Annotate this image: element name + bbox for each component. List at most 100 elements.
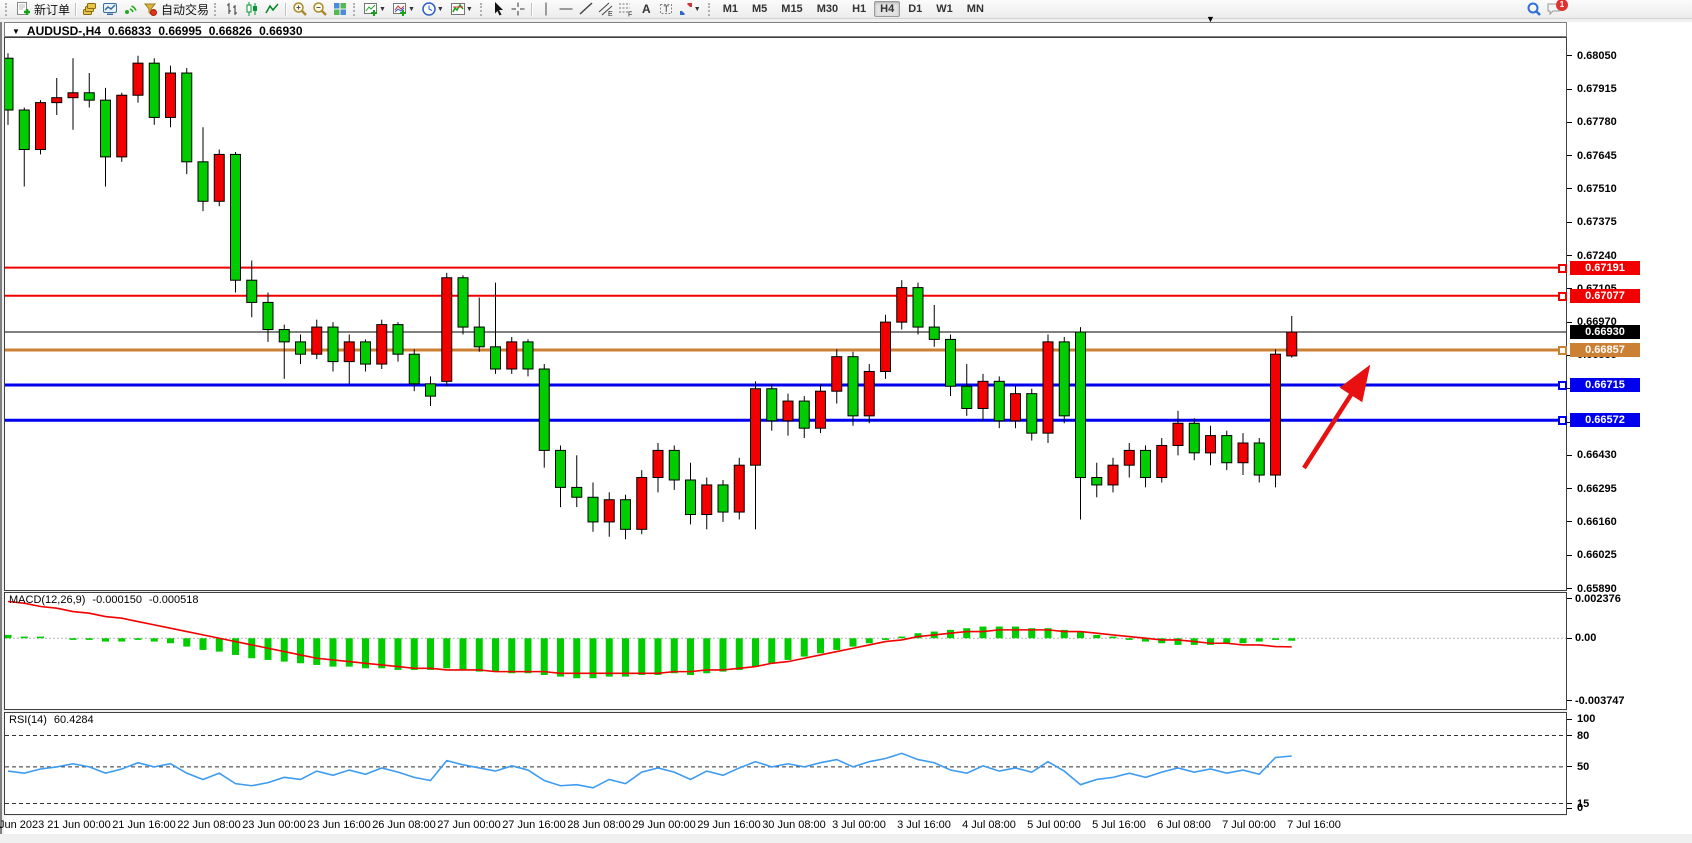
new-order-button[interactable]: 新订单	[13, 1, 72, 18]
templates-button[interactable]: ▼	[448, 1, 477, 18]
timeframe-button-M5[interactable]: M5	[746, 1, 773, 17]
rsi-tick: 80	[1577, 729, 1589, 743]
periods-button[interactable]: ▼	[419, 1, 448, 18]
zoom-out-button[interactable]	[310, 1, 330, 18]
text-icon: A	[638, 1, 654, 17]
terminal-button[interactable]	[100, 1, 120, 18]
toolbar-grip[interactable]	[480, 3, 485, 16]
timeframe-button-W1[interactable]: W1	[930, 1, 959, 17]
toolbar-separator	[531, 3, 533, 16]
signal-button[interactable]	[120, 1, 140, 18]
bar-chart-mode-button[interactable]	[222, 1, 242, 18]
candle	[68, 93, 78, 98]
zoom-out-icon	[312, 1, 328, 17]
arrow-objects-icon	[678, 1, 694, 17]
trend-arrow[interactable]	[1304, 376, 1363, 468]
cursor-tool-button[interactable]	[488, 1, 508, 18]
price-label-0.66572[interactable]: 0.66572	[1570, 413, 1640, 427]
fibonacci-tool-button[interactable]: F	[616, 1, 636, 18]
candle	[1238, 443, 1248, 463]
candlestick-mode-button[interactable]	[242, 1, 262, 18]
quotes-button[interactable]	[80, 1, 100, 18]
dropdown-caret-icon: ▼	[408, 6, 415, 13]
new-chart-button[interactable]: ▼	[361, 1, 390, 18]
autotrade-icon	[142, 1, 158, 17]
candle	[1173, 423, 1183, 445]
timeframe-button-M15[interactable]: M15	[775, 1, 808, 17]
toolbar-grip[interactable]	[708, 3, 713, 16]
timeframe-button-M1[interactable]: M1	[717, 1, 744, 17]
toolbar-grip[interactable]	[5, 3, 10, 16]
text-label-tool-button[interactable]: T	[656, 1, 676, 18]
notifications-button[interactable]: 1	[1544, 1, 1570, 18]
time-label: 21 Jun 16:00	[112, 819, 176, 831]
candle	[1076, 332, 1086, 478]
toolbar-grip[interactable]	[214, 3, 219, 16]
rsi-name: RSI(14)	[9, 714, 47, 726]
candle	[897, 288, 907, 323]
timeframe-button-H1[interactable]: H1	[846, 1, 872, 17]
timeframe-button-M30[interactable]: M30	[811, 1, 844, 17]
price-tick: 0.67510	[1577, 182, 1617, 196]
candle	[1271, 354, 1281, 475]
line-chart-mode-button[interactable]	[262, 1, 282, 18]
indicators-icon	[392, 1, 408, 17]
time-label: 3 Jul 00:00	[832, 819, 886, 831]
equidistant-channel-tool-button[interactable]: E	[596, 1, 616, 18]
candle	[149, 63, 159, 117]
candle	[1011, 394, 1021, 421]
rsi-tick: 0	[1577, 801, 1583, 815]
price-label-0.66715[interactable]: 0.66715	[1570, 378, 1640, 392]
text-tool-button[interactable]: A	[636, 1, 656, 18]
macd-canvas[interactable]	[5, 593, 1566, 709]
timeframe-button-D1[interactable]: D1	[902, 1, 928, 17]
vertical-line-tool-button[interactable]	[536, 1, 556, 18]
price-label-0.67077[interactable]: 0.67077	[1570, 289, 1640, 303]
candle	[263, 302, 273, 329]
timeframe-button-H4[interactable]: H4	[874, 1, 900, 17]
indicators-button[interactable]: ▼	[390, 1, 419, 18]
candle	[19, 110, 29, 149]
low-value: 0.66826	[209, 24, 252, 38]
price-label-0.67191[interactable]: 0.67191	[1570, 261, 1640, 275]
candle	[686, 480, 696, 515]
new-chart-icon	[363, 1, 379, 17]
arrows-tool-button[interactable]: ▼	[676, 1, 705, 18]
terminal-icon	[102, 1, 118, 17]
horizontal-line-icon	[558, 1, 574, 17]
toolbar-separator	[285, 3, 287, 16]
svg-text:F: F	[628, 12, 632, 18]
time-label: 29 Jun 16:00	[697, 819, 761, 831]
price-label-0.66857[interactable]: 0.66857	[1570, 343, 1640, 357]
zoom-in-button[interactable]	[290, 1, 310, 18]
candle	[393, 325, 403, 355]
timeframe-button-MN[interactable]: MN	[961, 1, 990, 17]
autotrade-button[interactable]: 自动交易	[140, 1, 211, 18]
candle	[929, 327, 939, 339]
chevron-down-icon[interactable]: ▼	[12, 27, 20, 36]
cursor-icon	[490, 1, 506, 17]
hline-anchor	[1558, 292, 1567, 301]
clock-icon	[421, 1, 437, 17]
rsi-canvas[interactable]	[5, 713, 1566, 814]
candle	[832, 357, 842, 392]
price-label-0.66930[interactable]: 0.66930	[1570, 325, 1640, 339]
candle	[426, 384, 436, 396]
candle	[1124, 450, 1134, 465]
chart-title: ▼ AUDUSD-,H4 0.66833 0.66995 0.66826 0.6…	[12, 24, 303, 38]
candle	[166, 73, 176, 117]
main-chart-canvas[interactable]	[5, 38, 1566, 590]
trendline-tool-button[interactable]	[576, 1, 596, 18]
toolbar-grip[interactable]	[353, 3, 358, 16]
chart-shift-marker-icon[interactable]: ▼	[1206, 14, 1215, 24]
horizontal-line-tool-button[interactable]	[556, 1, 576, 18]
hline-anchor	[1558, 346, 1567, 355]
candle	[117, 95, 127, 157]
search-button[interactable]	[1524, 1, 1544, 18]
crosshair-tool-button[interactable]	[508, 1, 528, 18]
timeframe-toolbar: M1M5M15M30H1H4D1W1MN	[716, 1, 991, 17]
quotes-icon	[82, 1, 98, 17]
time-label: 30 Jun 08:00	[762, 819, 826, 831]
tile-windows-button[interactable]	[330, 1, 350, 18]
svg-text:A: A	[642, 2, 651, 16]
